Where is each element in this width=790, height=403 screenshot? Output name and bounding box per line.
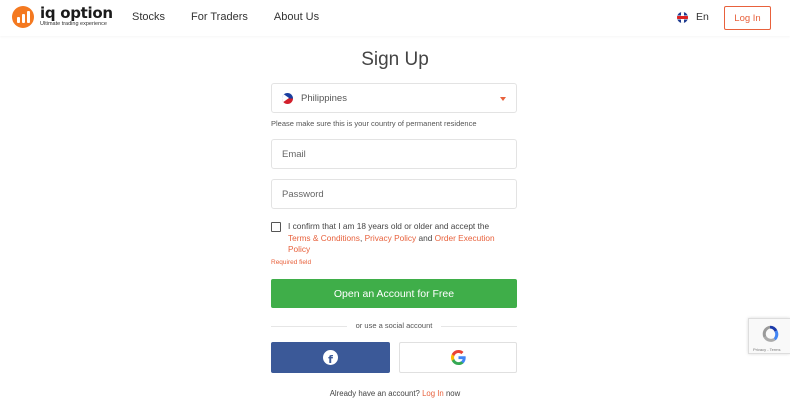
facebook-icon: f bbox=[323, 350, 338, 365]
nav-item-for-traders[interactable]: For Traders bbox=[191, 11, 248, 23]
already-text: Already have an account? bbox=[329, 389, 420, 398]
philippines-flag-icon bbox=[282, 92, 293, 104]
consent-prefix: I confirm that I am 18 years old or olde… bbox=[288, 221, 490, 231]
open-account-button[interactable]: Open an Account for Free bbox=[271, 279, 517, 308]
consent-and: and bbox=[418, 232, 433, 243]
country-select[interactable]: Philippines bbox=[271, 83, 517, 113]
already-have-account: Already have an account? Log In now bbox=[0, 389, 790, 398]
country-hint: Please make sure this is your country of… bbox=[271, 119, 477, 128]
logo[interactable]: iq option Ultimate trading experience bbox=[12, 6, 113, 28]
uk-flag-icon bbox=[677, 11, 688, 23]
nav-item-about-us[interactable]: About Us bbox=[274, 11, 319, 23]
password-field[interactable] bbox=[282, 188, 516, 200]
already-suffix: now bbox=[445, 389, 461, 398]
nav-item-stocks[interactable]: Stocks bbox=[132, 11, 165, 23]
logo-tagline: Ultimate trading experience bbox=[40, 21, 107, 28]
logo-name: iq option bbox=[40, 4, 113, 23]
email-field[interactable] bbox=[282, 148, 516, 160]
social-divider: or use a social account bbox=[271, 320, 517, 332]
password-field-wrapper bbox=[271, 179, 517, 209]
top-header: iq option Ultimate trading experience St… bbox=[0, 0, 790, 36]
age-consent-checkbox[interactable] bbox=[271, 222, 281, 232]
consent-text: I confirm that I am 18 years old or olde… bbox=[288, 221, 495, 254]
login-button[interactable]: Log In bbox=[724, 6, 771, 30]
chevron-down-icon bbox=[500, 97, 506, 101]
email-field-wrapper bbox=[271, 139, 517, 169]
main-nav: Stocks For Traders About Us bbox=[132, 11, 319, 23]
country-value: Philippines bbox=[301, 92, 347, 104]
privacy-policy-link[interactable]: Privacy Policy bbox=[365, 233, 417, 243]
terms-link[interactable]: Terms & Conditions bbox=[288, 233, 360, 243]
google-signup-button[interactable] bbox=[399, 342, 517, 373]
language-selector[interactable]: En bbox=[677, 11, 709, 23]
google-icon bbox=[450, 350, 466, 365]
bottom-login-link[interactable]: Log In bbox=[422, 389, 444, 398]
page-title: Sign Up bbox=[361, 49, 429, 70]
recaptcha-label: Privacy - Terms bbox=[753, 347, 781, 352]
recaptcha-icon bbox=[762, 325, 779, 342]
facebook-signup-button[interactable]: f bbox=[271, 342, 390, 373]
logo-bars-icon bbox=[12, 6, 34, 28]
recaptcha-badge[interactable]: Privacy - Terms bbox=[748, 318, 790, 354]
language-label: En bbox=[696, 11, 709, 23]
required-field-error: Required field bbox=[271, 259, 312, 266]
